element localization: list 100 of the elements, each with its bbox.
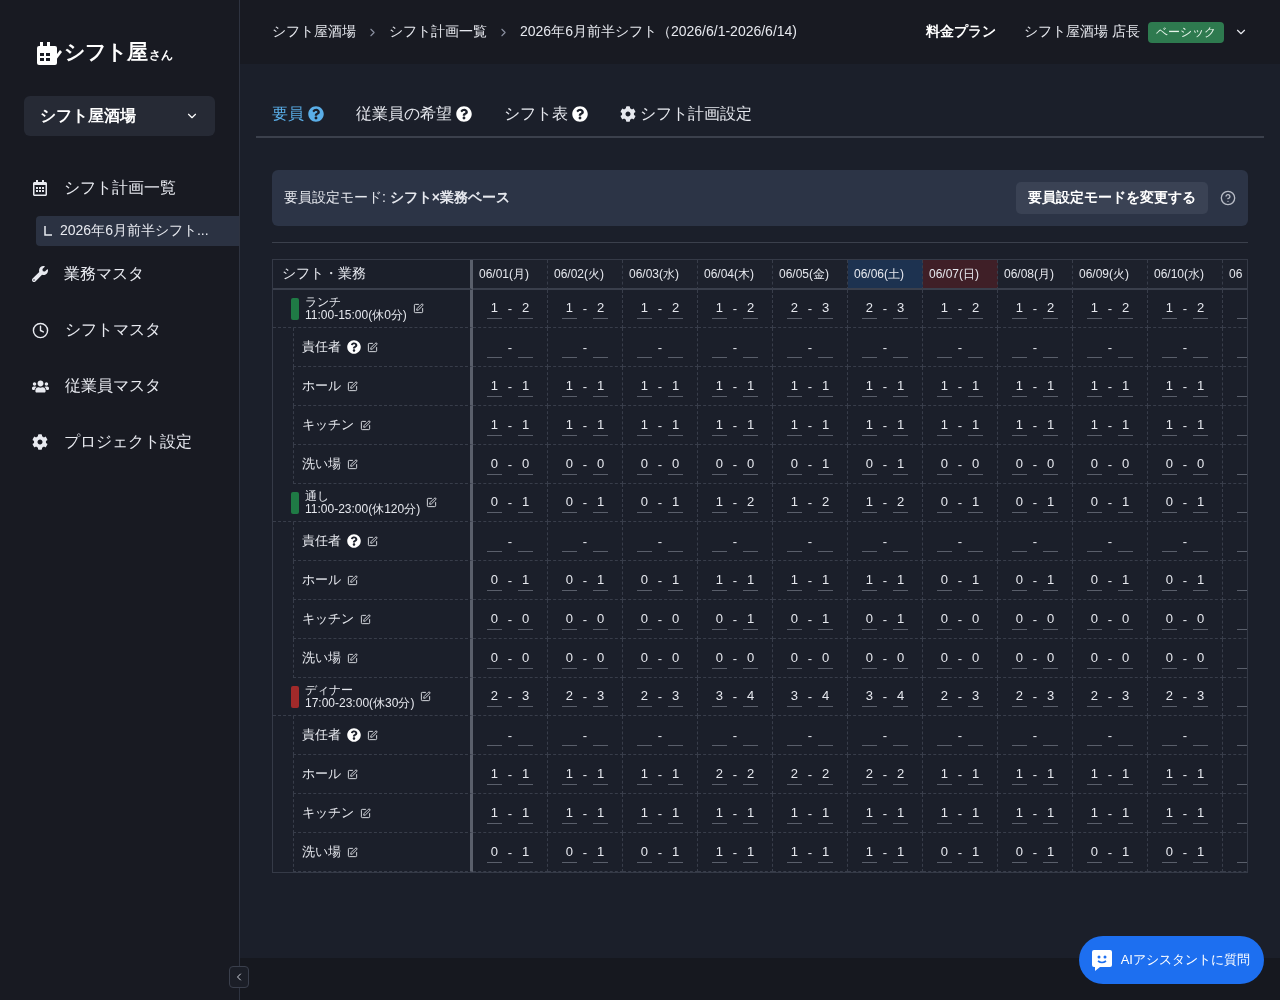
min-input[interactable]: 1 [1011, 414, 1027, 436]
min-input[interactable]: 1 [861, 414, 877, 436]
min-input[interactable]: 1 [1086, 802, 1102, 824]
max-input[interactable]: 1 [968, 569, 984, 591]
min-input[interactable]: 1 [1086, 414, 1102, 436]
max-input[interactable]: 1 [743, 841, 759, 863]
min-input[interactable]: 0 [636, 453, 652, 475]
max-input[interactable]: 1 [1193, 763, 1209, 785]
max-input[interactable]: 1 [668, 802, 684, 824]
min-input[interactable]: 0 [1086, 608, 1102, 630]
min-input[interactable]: 2 [1161, 686, 1177, 707]
max-input[interactable]: 1 [593, 569, 609, 591]
min-input[interactable]: 0 [1011, 453, 1027, 475]
max-input[interactable]: 1 [593, 841, 609, 863]
max-input[interactable]: 0 [518, 608, 534, 630]
min-input[interactable]: 1 [936, 414, 952, 436]
max-input[interactable]: 1 [668, 375, 684, 397]
min-input[interactable]: 0 [711, 453, 727, 475]
max-input[interactable]: 0 [668, 647, 684, 669]
min-input[interactable]: 0 [1086, 453, 1102, 475]
min-input[interactable]: 2 [861, 763, 877, 785]
min-input[interactable]: 0 [1086, 569, 1102, 591]
max-input[interactable]: 1 [893, 802, 909, 824]
min-input[interactable]: 0 [1011, 492, 1027, 513]
min-input[interactable]: 1 [1086, 298, 1102, 319]
sidebar-item[interactable]: 業務マスタ [0, 254, 239, 294]
max-input[interactable]: 1 [593, 414, 609, 436]
max-input[interactable]: 1 [1118, 763, 1134, 785]
min-input[interactable]: 1 [486, 763, 502, 785]
min-input[interactable]: 0 [486, 647, 502, 669]
max-input[interactable]: 1 [518, 841, 534, 863]
breadcrumb-link[interactable]: シフト計画一覧 [389, 23, 487, 41]
min-input[interactable]: 1 [561, 802, 577, 824]
max-input[interactable]: 0 [1193, 608, 1209, 630]
min-input[interactable]: 0 [486, 841, 502, 863]
max-input[interactable]: 1 [743, 569, 759, 591]
min-input[interactable]: 1 [561, 298, 577, 319]
min-input[interactable]: 1 [636, 414, 652, 436]
min-input[interactable]: 0 [486, 569, 502, 591]
max-input[interactable]: 1 [1118, 375, 1134, 397]
min-input[interactable]: 0 [861, 647, 877, 669]
max-input[interactable]: 1 [518, 414, 534, 436]
max-input[interactable]: 1 [1118, 841, 1134, 863]
min-input[interactable]: 0 [486, 453, 502, 475]
max-input[interactable]: 2 [818, 492, 834, 513]
min-input[interactable]: 2 [786, 298, 802, 319]
min-input[interactable]: 0 [1086, 841, 1102, 863]
max-input[interactable]: 1 [968, 414, 984, 436]
max-input[interactable]: 1 [518, 375, 534, 397]
max-input[interactable]: 1 [668, 492, 684, 513]
max-input[interactable]: 1 [1193, 414, 1209, 436]
min-input[interactable]: 1 [1086, 763, 1102, 785]
min-input[interactable]: 0 [486, 492, 502, 513]
min-input[interactable]: 0 [561, 569, 577, 591]
min-input[interactable]: 0 [1161, 608, 1177, 630]
max-input[interactable]: 0 [1118, 608, 1134, 630]
min-input[interactable]: 1 [1161, 298, 1177, 319]
min-input[interactable]: 0 [936, 569, 952, 591]
min-input[interactable]: 3 [711, 686, 727, 707]
min-input[interactable]: 1 [711, 414, 727, 436]
min-input[interactable]: 2 [786, 763, 802, 785]
min-input[interactable]: 0 [561, 608, 577, 630]
min-input[interactable]: 3 [786, 686, 802, 707]
max-input[interactable]: 2 [518, 298, 534, 319]
max-input[interactable]: 1 [893, 375, 909, 397]
pricing-link[interactable]: 料金プラン [926, 23, 997, 41]
max-input[interactable]: 0 [1118, 453, 1134, 475]
min-input[interactable]: 2 [711, 763, 727, 785]
min-input[interactable]: 0 [786, 608, 802, 630]
max-input[interactable]: 1 [743, 802, 759, 824]
min-input[interactable]: 0 [1161, 841, 1177, 863]
max-input[interactable]: 1 [818, 414, 834, 436]
min-input[interactable]: 0 [1086, 647, 1102, 669]
min-input[interactable]: 1 [936, 298, 952, 319]
min-input[interactable]: 1 [936, 763, 952, 785]
min-input[interactable]: 1 [636, 375, 652, 397]
max-input[interactable]: 1 [818, 375, 834, 397]
store-select[interactable]: シフト屋酒場 [24, 96, 215, 136]
change-mode-button[interactable]: 要員設定モードを変更する [1016, 182, 1208, 214]
max-input[interactable]: 4 [893, 686, 909, 707]
max-input[interactable]: 1 [968, 763, 984, 785]
min-input[interactable]: 2 [861, 298, 877, 319]
max-input[interactable]: 1 [743, 608, 759, 630]
min-input[interactable]: 0 [711, 608, 727, 630]
max-input[interactable]: 1 [818, 841, 834, 863]
min-input[interactable]: 2 [936, 686, 952, 707]
max-input[interactable]: 2 [1193, 298, 1209, 319]
min-input[interactable]: 1 [1011, 802, 1027, 824]
min-input[interactable]: 1 [786, 492, 802, 513]
min-input[interactable]: 1 [861, 569, 877, 591]
min-input[interactable]: 2 [636, 686, 652, 707]
max-input[interactable]: 4 [743, 686, 759, 707]
min-input[interactable]: 0 [861, 453, 877, 475]
min-input[interactable]: 1 [1011, 763, 1027, 785]
min-input[interactable]: 0 [636, 608, 652, 630]
max-input[interactable]: 0 [743, 647, 759, 669]
max-input[interactable]: 1 [968, 375, 984, 397]
max-input[interactable]: 1 [818, 453, 834, 475]
max-input[interactable]: 0 [593, 647, 609, 669]
min-input[interactable]: 0 [1011, 608, 1027, 630]
